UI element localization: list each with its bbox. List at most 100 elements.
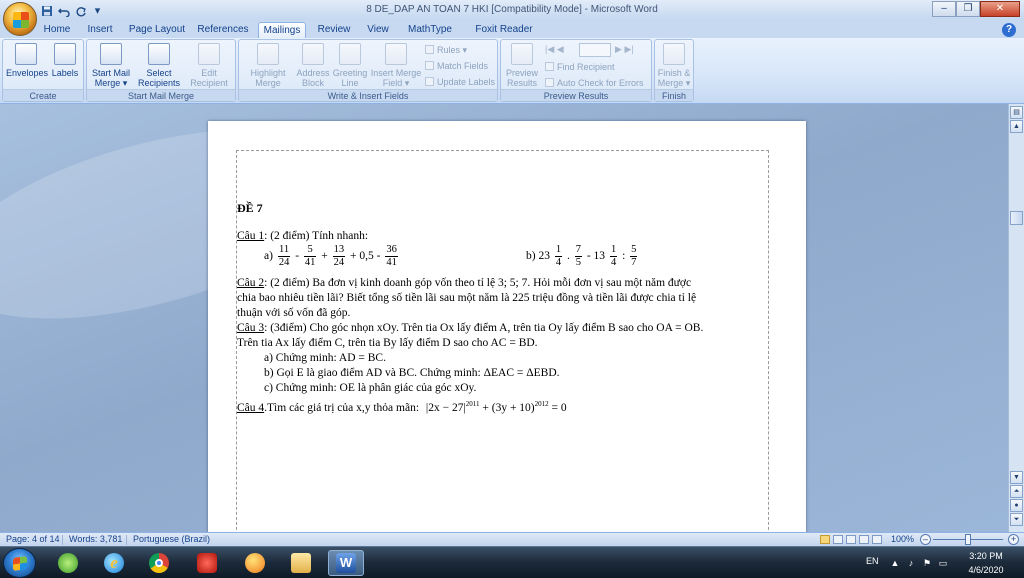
select-recipients-icon [148, 43, 170, 65]
rules-icon [425, 45, 434, 54]
tab-page-layout[interactable]: Page Layout [126, 22, 188, 38]
document-page[interactable]: ĐỀ 7 Câu 1: (2 điểm) Tính nhanh: a) 11 24… [208, 121, 806, 532]
q4-expression-a: |2x − 27| [425, 401, 466, 414]
tab-insert[interactable]: Insert [81, 22, 119, 38]
print-layout-view-icon[interactable] [820, 535, 830, 544]
outline-view-icon[interactable] [859, 535, 869, 544]
next-record-button[interactable]: ▶ [615, 44, 622, 54]
address-block-button[interactable]: Address Block [295, 43, 331, 88]
status-bar: Page: 4 of 14 Words: 3,781 Portuguese (B… [0, 532, 1024, 546]
windows-logo-icon [13, 556, 27, 571]
match-fields-button[interactable]: Match Fields [425, 60, 488, 72]
question-2-line-3: thuận với số vốn đã góp. [237, 307, 351, 319]
taskbar-chrome[interactable] [141, 550, 177, 576]
address-label-2: Block [301, 78, 324, 88]
taskbar-explorer[interactable] [283, 550, 319, 576]
group-finish: Finish & Merge ▾ Finish [654, 39, 694, 102]
tab-review[interactable]: Review [314, 22, 354, 38]
question-3b: b) Gọi E là giao điểm AD và BC. Chứng mi… [264, 367, 560, 379]
window-controls: – ❐ ✕ [932, 1, 1020, 17]
word-count[interactable]: Words: 3,781 [69, 533, 122, 546]
insert-merge-label-2: Field ▾ [382, 78, 410, 88]
next-page-button[interactable]: ⏷ [1010, 513, 1023, 526]
denominator: 41 [304, 257, 316, 268]
help-icon[interactable]: ? [1002, 23, 1016, 37]
preview-results-button[interactable]: Preview Results [503, 43, 541, 88]
update-labels-icon [425, 77, 434, 86]
zoom-slider-thumb[interactable] [965, 534, 971, 545]
zoom-out-button[interactable]: – [920, 534, 931, 545]
full-screen-reading-view-icon[interactable] [833, 535, 843, 544]
question-1-label: Câu 1 [237, 230, 265, 242]
close-button[interactable]: ✕ [980, 1, 1020, 17]
page-heading: ĐỀ 7 [237, 201, 263, 215]
scroll-down-button[interactable]: ▼ [1010, 471, 1023, 484]
tab-mailings[interactable]: Mailings [258, 22, 306, 38]
document-workspace: ĐỀ 7 Câu 1: (2 điểm) Tính nhanh: a) 11 24… [0, 104, 1008, 532]
tab-references[interactable]: References [194, 22, 252, 38]
clock-time[interactable]: 3:20 PM [960, 551, 1012, 561]
rules-button[interactable]: Rules ▾ [425, 44, 467, 56]
page-count[interactable]: Page: 4 of 14 [6, 533, 60, 546]
taskbar-app-5[interactable] [237, 550, 273, 576]
group-label-start-mail-merge: Start Mail Merge [87, 89, 235, 101]
question-3-line-2: Trên tia Ax lấy điểm C, trên tia By lấy … [237, 337, 538, 349]
minimize-button[interactable]: – [932, 1, 956, 17]
update-labels-button[interactable]: Update Labels [425, 76, 495, 88]
match-fields-label: Match Fields [437, 61, 489, 71]
maximize-button[interactable]: ❐ [956, 1, 980, 17]
question-3c: c) Chứng minh: OE là phân giác của góc x… [264, 382, 477, 394]
taskbar-word[interactable]: W [328, 550, 364, 576]
office-button[interactable] [3, 2, 37, 36]
labels-button[interactable]: Labels [45, 43, 85, 78]
operator: - [295, 250, 300, 263]
language-indicator[interactable]: Portuguese (Brazil) [133, 533, 210, 546]
envelopes-button[interactable]: Envelopes [6, 43, 48, 78]
taskbar-app-4[interactable] [189, 550, 225, 576]
insert-merge-field-button[interactable]: Insert Merge Field ▾ [369, 43, 423, 88]
tab-mathtype[interactable]: MathType [404, 22, 456, 38]
select-browse-object-button[interactable]: ● [1010, 499, 1023, 512]
fraction: 5 41 [303, 244, 317, 269]
taskbar-app-1[interactable] [50, 550, 86, 576]
tab-view[interactable]: View [362, 22, 394, 38]
start-button[interactable] [3, 548, 36, 578]
finish-merge-button[interactable]: Finish & Merge ▾ [655, 43, 693, 88]
ribbon-tab-bar: Home Insert Page Layout References Maili… [0, 20, 1024, 50]
find-recipient-button[interactable]: Find Recipient [545, 61, 615, 73]
last-record-button[interactable]: ▶| [624, 44, 633, 54]
vertical-scrollbar[interactable]: ▤ ▲ ▼ ⏶ ● ⏷ [1008, 104, 1024, 532]
first-record-button[interactable]: |◀ [545, 44, 554, 54]
zoom-level[interactable]: 100% [891, 533, 914, 546]
show-hidden-icons-icon[interactable]: ▲ [890, 558, 900, 568]
question-2-label: Câu 2 [237, 277, 265, 289]
record-navigation-next: ▶ ▶| [615, 43, 634, 55]
envelope-icon [15, 43, 37, 65]
clock-date[interactable]: 4/6/2020 [960, 565, 1012, 575]
record-number-input[interactable] [579, 43, 611, 57]
start-mail-merge-button[interactable]: Start Mail Merge ▾ [89, 43, 133, 88]
web-layout-view-icon[interactable] [846, 535, 856, 544]
draft-view-icon[interactable] [872, 535, 882, 544]
action-center-icon[interactable]: ▭ [938, 558, 948, 568]
previous-record-button[interactable]: ◀ [557, 44, 564, 54]
volume-icon[interactable]: ♪ [906, 558, 916, 568]
scroll-up-button[interactable]: ▲ [1010, 120, 1023, 133]
network-icon[interactable]: ⚑ [922, 558, 932, 568]
tab-home[interactable]: Home [38, 22, 76, 38]
group-write-insert-fields: Highlight Merge Fields Address Block Gre… [238, 39, 498, 102]
tab-foxit-reader-pdf[interactable]: Foxit Reader PDF [466, 22, 542, 50]
greeting-line-button[interactable]: Greeting Line [331, 43, 369, 88]
start-mail-merge-icon [100, 43, 122, 65]
previous-page-button[interactable]: ⏶ [1010, 485, 1023, 498]
question-2-text-1: : (2 điểm) Ba đơn vị kinh doanh góp vốn … [264, 277, 692, 289]
auto-check-label: Auto Check for Errors [557, 78, 644, 88]
taskbar-ie[interactable]: e [96, 550, 132, 576]
select-recipients-label-1: Select [146, 68, 172, 78]
ruler-toggle-icon[interactable]: ▤ [1010, 106, 1023, 119]
zoom-in-button[interactable]: + [1008, 534, 1019, 545]
office-logo-icon [13, 12, 29, 28]
scroll-thumb[interactable] [1010, 211, 1023, 225]
input-language[interactable]: EN [866, 556, 879, 566]
auto-check-errors-button[interactable]: Auto Check for Errors [545, 77, 644, 89]
